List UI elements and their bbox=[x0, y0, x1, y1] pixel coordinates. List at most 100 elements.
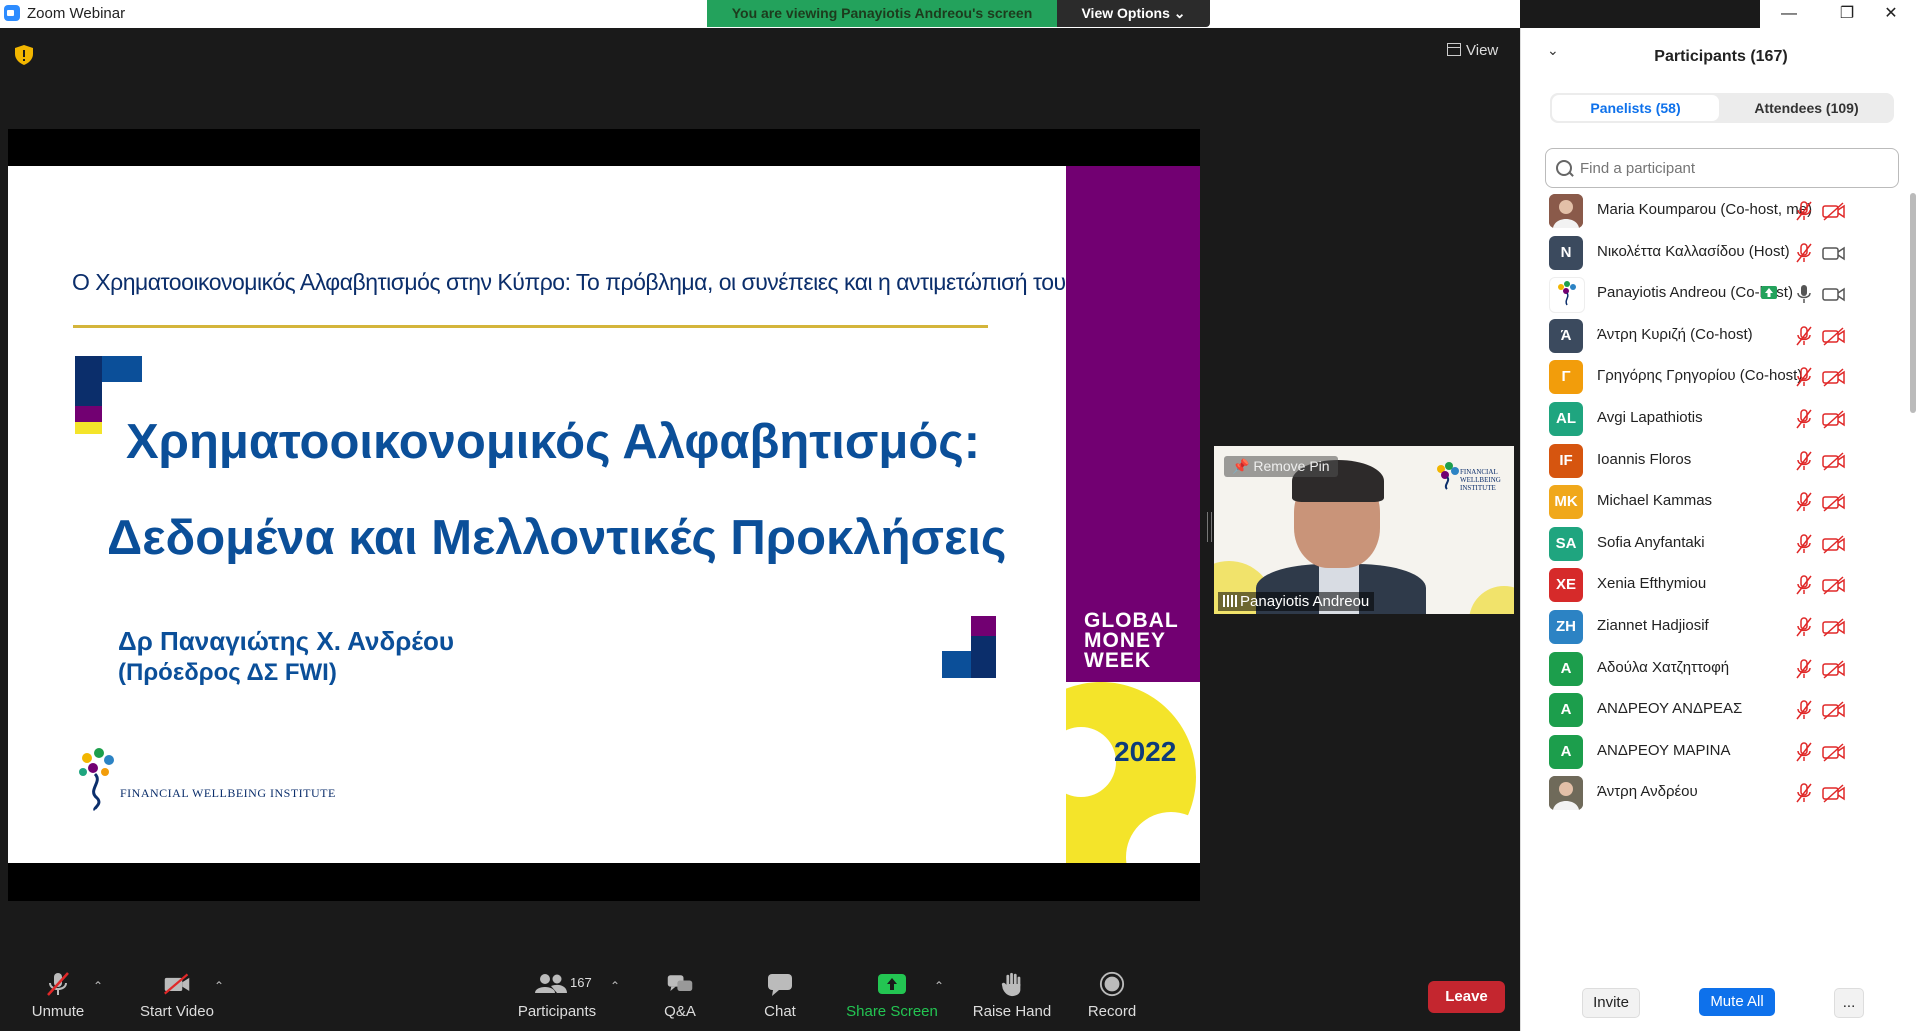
participants-caret-icon[interactable]: ⌃ bbox=[610, 979, 620, 993]
mute-all-button[interactable]: Mute All bbox=[1699, 988, 1775, 1016]
view-button[interactable]: View bbox=[1447, 42, 1498, 59]
microphone-muted-icon[interactable] bbox=[1793, 741, 1815, 763]
video-camera-off-icon[interactable] bbox=[1821, 533, 1847, 555]
avatar: Ά bbox=[1549, 319, 1583, 353]
microphone-muted-icon[interactable] bbox=[1793, 699, 1815, 721]
video-camera-off-icon[interactable] bbox=[1821, 325, 1847, 347]
video-camera-off-icon[interactable] bbox=[1821, 658, 1847, 680]
video-camera-off-icon[interactable] bbox=[1821, 574, 1847, 596]
microphone-muted-icon[interactable] bbox=[1793, 366, 1815, 388]
zoom-app-icon bbox=[4, 5, 20, 21]
fwi-logo: FINANCIAL WELLBEING INSTITUTE bbox=[75, 746, 395, 816]
participants-panel: ⌄ Participants (167) Panelists (58) Atte… bbox=[1520, 28, 1920, 1031]
video-camera-off-icon[interactable] bbox=[1821, 450, 1847, 472]
resize-handle[interactable] bbox=[1207, 512, 1212, 542]
participant-name: Michael Kammas bbox=[1597, 492, 1713, 509]
microphone-muted-icon[interactable] bbox=[1793, 491, 1815, 513]
speaker-video[interactable]: FINANCIAL WELLBEING INSTITUTE 📌 Remove P… bbox=[1214, 446, 1514, 614]
avatar: MK bbox=[1549, 485, 1583, 519]
participant-name: Άντρη Κυριζή (Co-host) bbox=[1597, 326, 1753, 343]
more-options-button[interactable]: ... bbox=[1834, 988, 1864, 1018]
record-button[interactable]: Record bbox=[1080, 957, 1144, 1031]
record-label: Record bbox=[1087, 1003, 1137, 1020]
video-options-caret-icon[interactable]: ⌃ bbox=[214, 979, 224, 993]
video-camera-off-icon[interactable] bbox=[1821, 741, 1847, 763]
participant-name: Άντρη Ανδρέου bbox=[1597, 783, 1698, 800]
share-screen-icon bbox=[878, 974, 906, 994]
shield-icon[interactable] bbox=[13, 44, 35, 66]
microphone-icon[interactable] bbox=[1793, 283, 1815, 305]
raise-hand-button[interactable]: Raise Hand bbox=[967, 957, 1057, 1031]
viewing-banner: You are viewing Panayiotis Andreou's scr… bbox=[707, 0, 1057, 27]
participant-row[interactable]: Άντρη Ανδρέου bbox=[1521, 768, 1909, 819]
microphone-muted-icon[interactable] bbox=[1793, 616, 1815, 638]
qa-bubble-icon bbox=[667, 975, 693, 991]
video-camera-off-icon[interactable] bbox=[1821, 491, 1847, 513]
slide-side-band: GLOBAL MONEY WEEK 2022 bbox=[1066, 166, 1200, 863]
video-camera-off-icon[interactable] bbox=[1821, 782, 1847, 804]
microphone-muted-icon[interactable] bbox=[1793, 242, 1815, 264]
participants-count: 167 bbox=[570, 975, 592, 990]
tab-attendees[interactable]: Attendees (109) bbox=[1721, 95, 1892, 121]
global-money-week-logo: GLOBAL MONEY WEEK bbox=[1084, 610, 1184, 671]
leave-button[interactable]: Leave bbox=[1428, 981, 1505, 1013]
microphone-muted-icon[interactable] bbox=[1793, 200, 1815, 222]
participant-name: Avgi Lapathiotis bbox=[1597, 409, 1703, 426]
participant-name: ΑΝΔΡΕΟΥ ΑΝΔΡΕΑΣ bbox=[1597, 700, 1743, 717]
speaker-logo-text: FINANCIAL WELLBEING INSTITUTE bbox=[1460, 468, 1501, 492]
minimize-button[interactable]: — bbox=[1760, 0, 1818, 28]
participant-name: Xenia Efthymiou bbox=[1597, 575, 1707, 592]
grid-icon bbox=[1447, 43, 1461, 56]
raise-hand-icon bbox=[1001, 972, 1021, 997]
participants-icon bbox=[535, 974, 567, 993]
slide-subtitle: Ο Χρηματοοικονομικός Αλφαβητισμός στην Κ… bbox=[72, 269, 1066, 295]
window-title: Zoom Webinar bbox=[27, 5, 126, 22]
video-camera-off-icon[interactable] bbox=[1821, 616, 1847, 638]
microphone-muted-icon[interactable] bbox=[1793, 408, 1815, 430]
qa-label: Q&A bbox=[664, 1003, 696, 1020]
video-camera-icon[interactable] bbox=[1821, 283, 1847, 305]
avatar: AL bbox=[1549, 402, 1583, 436]
participants-tabs: Panelists (58) Attendees (109) bbox=[1550, 93, 1894, 123]
microphone-muted-icon[interactable] bbox=[1793, 533, 1815, 555]
share-screen-caret-icon[interactable]: ⌃ bbox=[934, 979, 944, 993]
participants-button[interactable]: 167 Participants bbox=[507, 957, 607, 1031]
microphone-muted-icon[interactable] bbox=[1793, 450, 1815, 472]
tab-panelists[interactable]: Panelists (58) bbox=[1552, 95, 1719, 121]
video-camera-off-icon[interactable] bbox=[1821, 699, 1847, 721]
video-camera-off-icon[interactable] bbox=[1821, 200, 1847, 222]
participants-scrollbar[interactable] bbox=[1909, 193, 1917, 978]
unmute-button[interactable]: Unmute bbox=[22, 957, 94, 1031]
start-video-label: Start Video bbox=[140, 1003, 214, 1020]
audio-options-caret-icon[interactable]: ⌃ bbox=[93, 979, 103, 993]
avatar: A bbox=[1549, 693, 1583, 727]
chat-button[interactable]: Chat bbox=[750, 957, 810, 1031]
participants-footer: Invite Mute All ... bbox=[1521, 978, 1920, 1031]
speaker-name: Panayiotis Andreou bbox=[1240, 593, 1370, 610]
tree-logo-icon bbox=[79, 748, 114, 812]
avatar: IF bbox=[1549, 444, 1583, 478]
microphone-muted-icon[interactable] bbox=[1793, 658, 1815, 680]
microphone-muted-icon[interactable] bbox=[1793, 325, 1815, 347]
view-options-button[interactable]: View Options ⌄ bbox=[1057, 0, 1210, 27]
slide-year: 2022 bbox=[1114, 736, 1177, 767]
remove-pin-button[interactable]: 📌 Remove Pin bbox=[1224, 456, 1338, 477]
invite-button[interactable]: Invite bbox=[1582, 988, 1640, 1018]
close-window-button[interactable]: ✕ bbox=[1862, 0, 1920, 28]
video-camera-off-icon[interactable] bbox=[1821, 408, 1847, 430]
participants-list: Maria Koumparou (Co-host, me) N Νικολέττα … bbox=[1521, 188, 1909, 978]
avatar bbox=[1549, 776, 1583, 810]
share-screen-button[interactable]: Share Screen bbox=[842, 957, 942, 1031]
participant-search[interactable] bbox=[1545, 148, 1899, 188]
microphone-muted-icon[interactable] bbox=[1793, 782, 1815, 804]
video-camera-icon[interactable] bbox=[1821, 242, 1847, 264]
microphone-muted-icon[interactable] bbox=[1793, 574, 1815, 596]
fwi-logo-text: FINANCIAL WELLBEING INSTITUTE bbox=[120, 786, 336, 800]
qa-button[interactable]: Q&A bbox=[650, 957, 710, 1031]
video-camera-off-icon[interactable] bbox=[1821, 366, 1847, 388]
meeting-toolbar: Unmute ⌃ Start Video ⌃ 167 Participants … bbox=[0, 957, 1520, 1031]
search-input[interactable] bbox=[1578, 155, 1882, 181]
participant-name: Αδούλα Χατζηττοφή bbox=[1597, 659, 1730, 676]
gmw-line2: MONEY bbox=[1084, 629, 1167, 652]
start-video-button[interactable]: Start Video bbox=[133, 957, 221, 1031]
